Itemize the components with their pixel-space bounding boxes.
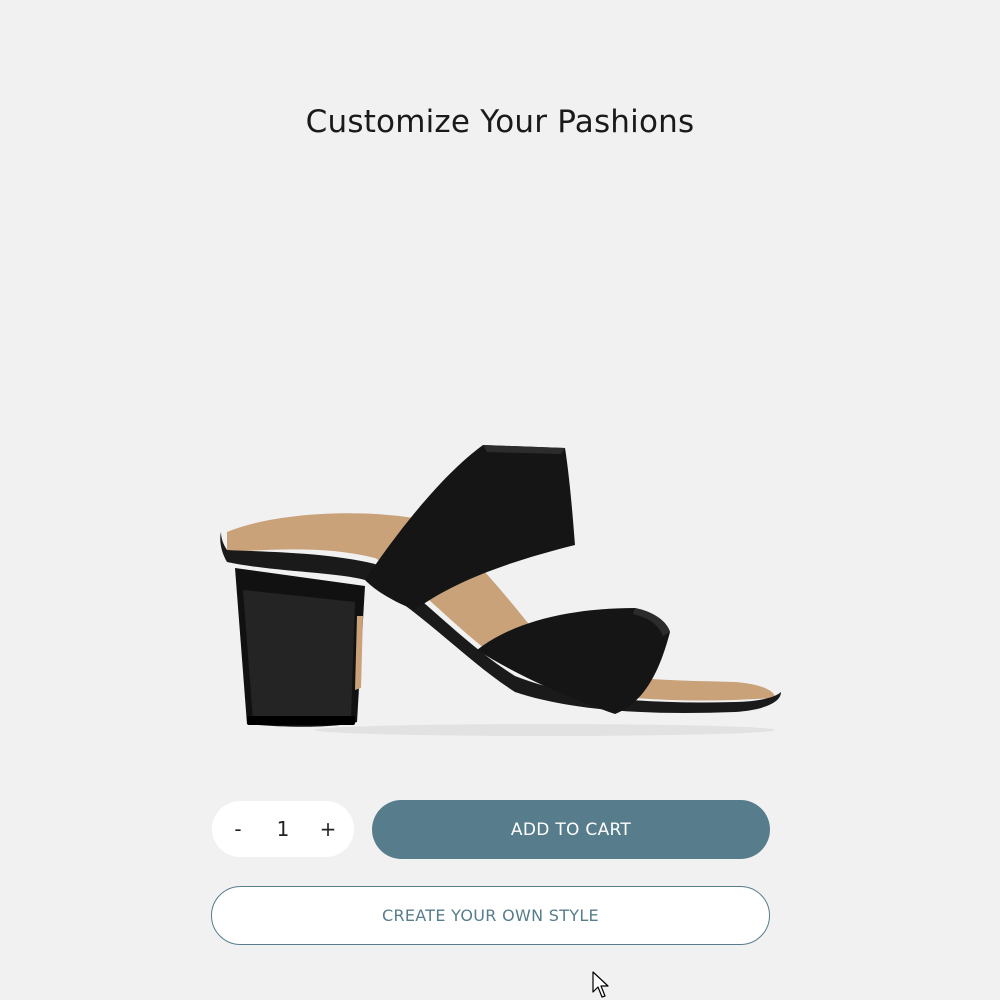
create-your-own-style-button[interactable]: CREATE YOUR OWN STYLE (211, 886, 770, 945)
increment-button[interactable]: + (310, 809, 346, 849)
page-title: Customize Your Pashions (305, 104, 695, 140)
product-page: Customize Your Pashions - 1 + ADD TO CAR… (0, 0, 1000, 1000)
quantity-value[interactable]: 1 (263, 817, 303, 841)
decrement-button[interactable]: - (220, 809, 256, 849)
add-to-cart-button[interactable]: ADD TO CART (372, 800, 770, 859)
product-image (220, 445, 781, 736)
quantity-stepper: - 1 + (212, 801, 354, 857)
mouse-pointer-icon (592, 971, 609, 998)
